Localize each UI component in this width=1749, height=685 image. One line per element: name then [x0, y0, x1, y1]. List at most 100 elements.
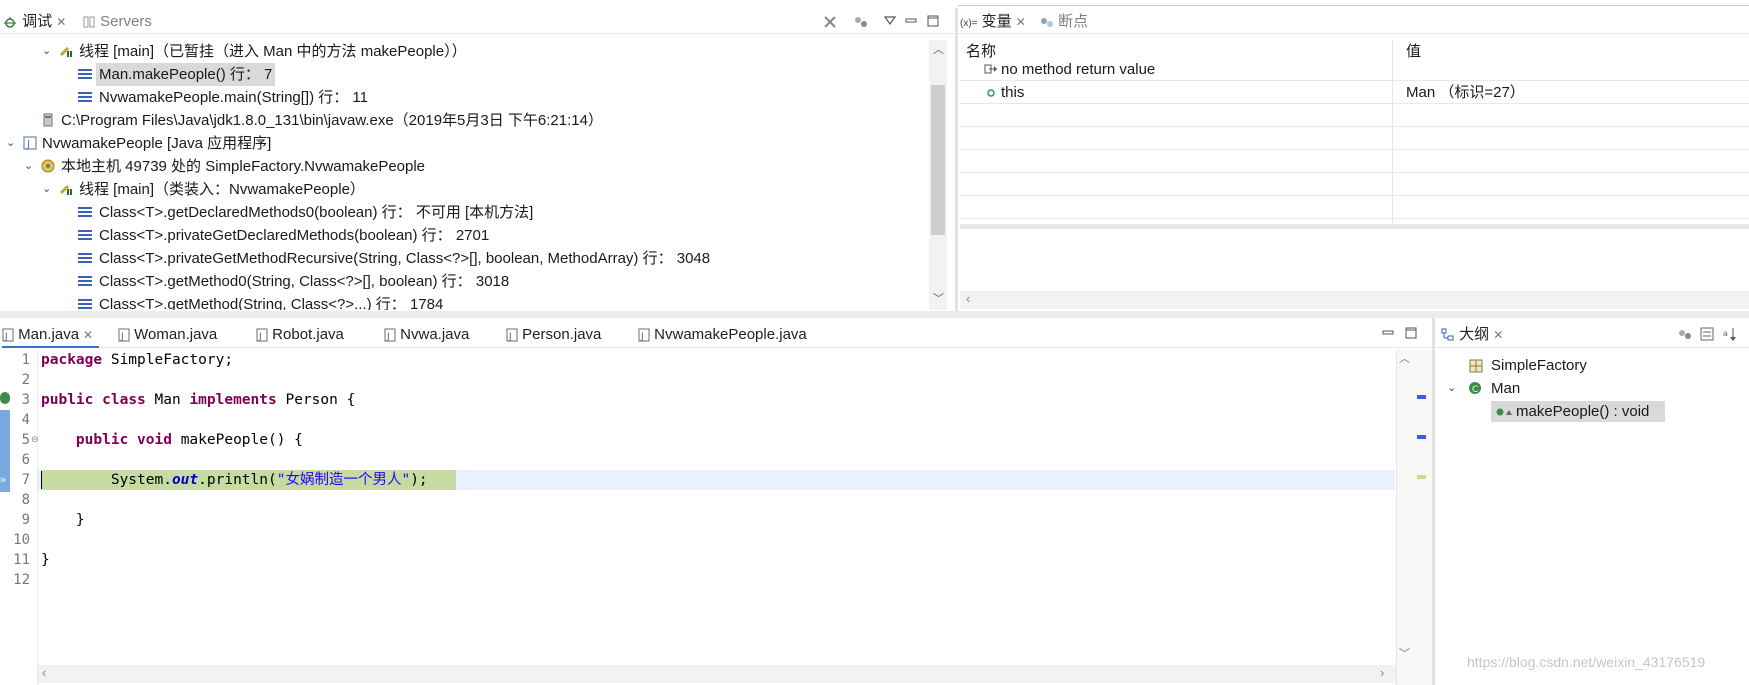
tree-row-frame[interactable]: Class<T>.getMethod(String, Class<?>...) … [0, 293, 920, 310]
close-icon[interactable]: ✕ [56, 15, 66, 29]
tree-row-target[interactable]: ⌄ 本地主机 49739 处的 SimpleFactory.NvwamakePe… [0, 155, 920, 178]
package-decl-icon [1469, 359, 1483, 373]
collapse-icon[interactable] [1700, 327, 1714, 341]
outline-item-package[interactable]: SimpleFactory [1435, 354, 1745, 377]
debug-line-marker[interactable] [1417, 475, 1426, 479]
scroll-down-arrow[interactable]: ﹀ [933, 290, 944, 306]
view-menu-icon[interactable] [884, 16, 896, 26]
debug-scrollbar[interactable]: ︿ ﹀ [929, 40, 947, 310]
table-row-empty [960, 104, 1749, 127]
code-text: } [41, 512, 85, 528]
table-row-empty [960, 150, 1749, 173]
tab-robot-java[interactable]: J Robot.java [256, 323, 344, 347]
tree-row-launch[interactable]: ⌄ J NvwamakePeople [Java 应用程序] [0, 132, 920, 155]
debug-tree: ⌄ 线程 [main]（已暂挂（进入 Man 中的方法 makePeople））… [0, 40, 930, 310]
debug-view: 调试 ✕ Servers ⌄ 线程 [main]（已暂挂（进入 Man 中的方法 … [0, 0, 955, 311]
occurrence-marker[interactable] [1417, 435, 1426, 439]
horizontal-scrollbar[interactable]: ‹ [960, 291, 1749, 309]
scroll-up-arrow[interactable]: ︿ [933, 41, 944, 57]
stack-frame-icon [78, 230, 92, 240]
fold-collapse-icon[interactable]: ⊖ [31, 434, 39, 445]
tree-row-frame-selected[interactable]: Man.makePeople() 行： 7 [0, 63, 920, 86]
variable-name: no method return value [1001, 61, 1156, 78]
scroll-thumb[interactable] [931, 85, 945, 235]
detail-pane-divider[interactable] [960, 224, 1749, 229]
tree-row-thread-main-2[interactable]: ⌄ 线程 [main]（类装入：NvwamakePeople） [0, 178, 920, 201]
stack-frame-icon [78, 69, 92, 79]
debug-target-icon [41, 159, 55, 173]
collapse-all-icon[interactable] [1677, 327, 1693, 341]
outline-item-method[interactable]: makePeople() : void [1435, 400, 1745, 423]
line-number: 8 [21, 492, 30, 508]
chevron-down-icon[interactable]: ⌄ [42, 178, 51, 201]
maximize-icon[interactable] [1405, 327, 1417, 339]
maximize-icon[interactable] [927, 15, 939, 27]
tab-debug-label: 调试 [22, 13, 53, 30]
tab-nvwa-java[interactable]: J Nvwa.java [384, 323, 469, 347]
svg-text:a: a [1723, 329, 1728, 338]
tab-nvwamakepeople-java[interactable]: J NvwamakePeople.java [638, 323, 807, 347]
tree-row-frame[interactable]: Class<T>.getDeclaredMethods0(boolean) 行：… [0, 201, 920, 224]
editor-area: J Man.java ✕ J Woman.java J Robot.java J … [0, 318, 1432, 685]
tree-row-frame[interactable]: Class<T>.getMethod0(String, Class<?>[], … [0, 270, 920, 293]
collapse-all-icon[interactable] [853, 14, 869, 30]
outline-item-label: Man [1491, 380, 1521, 397]
keyword: package [41, 352, 103, 368]
tab-servers[interactable]: Servers [82, 10, 152, 34]
java-file-icon: J [118, 328, 130, 342]
tab-man-java[interactable]: J Man.java ✕ [2, 323, 100, 348]
scroll-up-arrow[interactable]: ︿ [1399, 350, 1410, 366]
tab-label: Woman.java [134, 326, 218, 343]
overview-ruler[interactable]: ︿ ﹀ [1396, 350, 1432, 685]
text-cursor [41, 471, 42, 489]
stack-frame-icon [78, 207, 92, 217]
close-icon[interactable]: ✕ [1493, 328, 1503, 342]
line-number: 10 [13, 532, 30, 548]
close-icon[interactable]: ✕ [1016, 15, 1026, 29]
tree-row-frame[interactable]: Class<T>.privateGetDeclaredMethods(boole… [0, 224, 920, 247]
table-row[interactable]: no method return value [960, 58, 1749, 81]
tree-row-label: 线程 [main]（类装入：NvwamakePeople） [79, 181, 365, 198]
outline-item-class[interactable]: ⌄ C Man [1435, 377, 1745, 400]
tab-variables[interactable]: (x)= 变量 ✕ [960, 10, 1026, 34]
chevron-down-icon[interactable]: ⌄ [6, 132, 15, 155]
splitter-middle[interactable] [0, 311, 1749, 318]
tree-row-frame[interactable]: NvwamakePeople.main(String[]) 行： 11 [0, 86, 920, 109]
tab-outline[interactable]: 大纲 ✕ [1441, 323, 1503, 347]
top-strip [958, 0, 1749, 6]
scroll-right-arrow[interactable]: › [1380, 665, 1384, 680]
chevron-down-icon[interactable]: ⌄ [42, 40, 51, 63]
close-icon[interactable]: ✕ [83, 328, 93, 342]
occurrence-marker[interactable] [1417, 395, 1426, 399]
horizontal-scrollbar[interactable]: ‹ › [38, 665, 1396, 683]
minimize-icon[interactable] [1382, 328, 1394, 338]
tree-row-process[interactable]: C:\Program Files\Java\jdk1.8.0_131\bin\j… [0, 109, 920, 132]
tab-breakpoints[interactable]: 断点 [1040, 10, 1088, 34]
minimize-icon[interactable] [905, 16, 917, 26]
sort-icon[interactable]: a [1722, 326, 1738, 342]
table-row[interactable]: this Man （标识=27） [960, 81, 1749, 104]
line-number: 1 [21, 352, 30, 368]
tab-variables-label: 变量 [981, 13, 1012, 30]
chevron-down-icon[interactable]: ⌄ [1447, 377, 1456, 400]
chevron-down-icon[interactable]: ⌄ [24, 155, 33, 178]
tree-row-label: Man.makePeople() 行： 7 [96, 63, 276, 86]
variables-icon: (x)= [960, 18, 978, 29]
stack-frame-icon [78, 299, 92, 309]
return-value-icon [984, 64, 997, 74]
tab-debug[interactable]: 调试 ✕ [2, 10, 66, 34]
java-file-icon: J [2, 328, 14, 342]
scroll-down-arrow[interactable]: ﹀ [1399, 645, 1410, 661]
remove-terminated-icon[interactable] [822, 14, 838, 30]
tab-woman-java[interactable]: J Woman.java [118, 323, 217, 347]
editor-tabbar: J Man.java ✕ J Woman.java J Robot.java J … [0, 322, 1432, 348]
scroll-left-arrow[interactable]: ‹ [966, 291, 970, 306]
tab-label: Nvwa.java [400, 326, 470, 343]
instruction-pointer-icon: » [0, 474, 7, 486]
code-editor[interactable]: » 1 2 3 4 5 ⊖ 6 7 8 9 10 11 12 package S… [0, 350, 1432, 685]
scroll-left-arrow[interactable]: ‹ [42, 665, 46, 680]
tree-row-thread-main[interactable]: ⌄ 线程 [main]（已暂挂（进入 Man 中的方法 makePeople）） [0, 40, 920, 63]
tree-row-frame[interactable]: Class<T>.privateGetMethodRecursive(Strin… [0, 247, 920, 270]
tab-person-java[interactable]: J Person.java [506, 323, 601, 347]
